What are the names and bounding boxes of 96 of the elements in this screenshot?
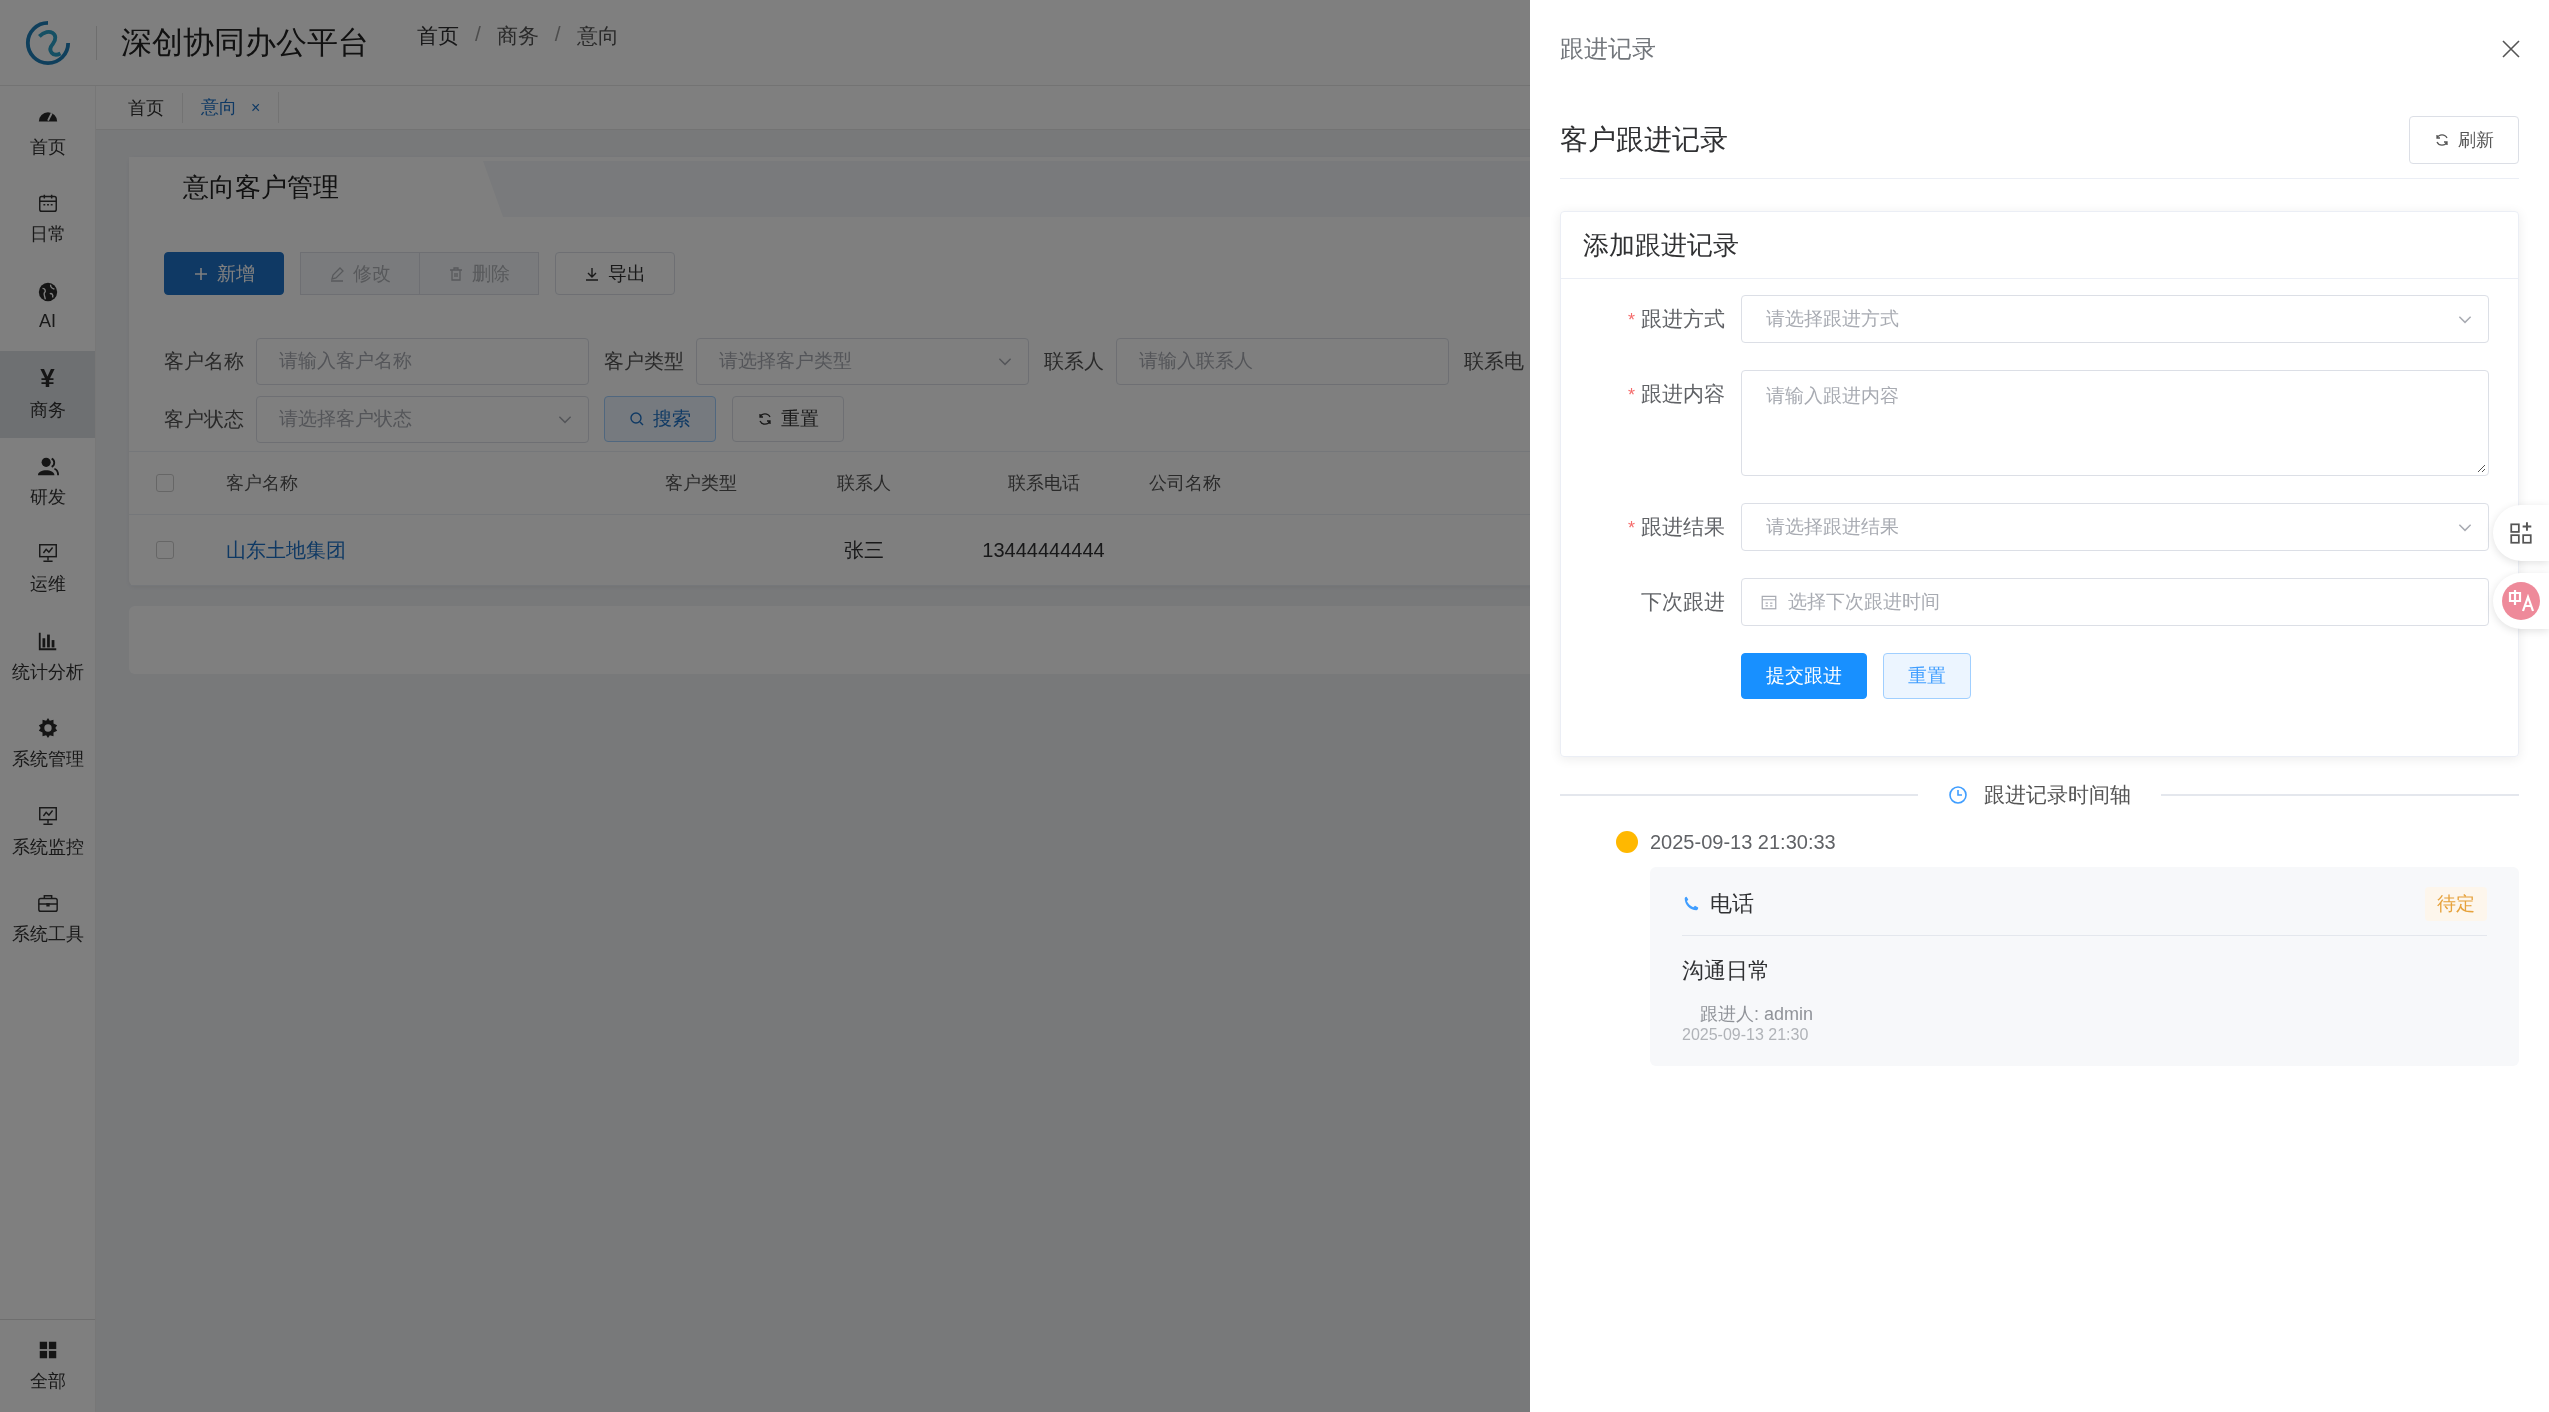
filter-label: 联系电 bbox=[1464, 348, 1524, 374]
record-method: 电话 bbox=[1710, 890, 1755, 918]
date-field[interactable]: 选择下次跟进时间 bbox=[1741, 578, 2489, 626]
page-title: 意向客户管理 bbox=[183, 170, 339, 204]
timeline-time: 2025-09-13 21:30:33 bbox=[1650, 830, 1836, 854]
apps-button[interactable] bbox=[2493, 505, 2549, 561]
sidebar-item[interactable]: 首页 bbox=[0, 88, 95, 176]
sidebar-label: 系统管理 bbox=[11, 748, 84, 772]
sidebar-item[interactable]: 研发 bbox=[0, 438, 95, 526]
sidebar-label: 系统监控 bbox=[11, 835, 84, 859]
record-content: 沟通日常 bbox=[1682, 957, 1771, 985]
filter-label: 客户状态 bbox=[164, 406, 244, 432]
apps-add-icon bbox=[2508, 520, 2534, 546]
column-header: 联系人 bbox=[835, 472, 892, 495]
sidebar-item[interactable]: 系统工具 bbox=[0, 875, 95, 963]
checkbox[interactable] bbox=[156, 474, 174, 492]
sidebar-item[interactable]: 统计分析 bbox=[0, 613, 95, 701]
search-icon bbox=[629, 411, 645, 427]
translate-button[interactable] bbox=[2493, 573, 2549, 629]
toolbar-button[interactable]: 导出 bbox=[555, 252, 675, 295]
calendar-icon bbox=[1760, 593, 1778, 611]
sidebar-label: 研发 bbox=[29, 485, 66, 509]
page-tab[interactable]: 意向 × bbox=[183, 92, 280, 123]
sidebar-item[interactable]: 系统监控 bbox=[0, 788, 95, 876]
yen-icon: ¥ bbox=[40, 366, 55, 391]
record-follower: 跟进人: admin bbox=[1699, 1003, 1815, 1026]
breadcrumb-separator: / bbox=[554, 22, 561, 47]
form-label: 下次跟进 bbox=[1640, 589, 1725, 615]
sidebar-label: AI bbox=[39, 311, 56, 333]
sidebar-item[interactable]: AI bbox=[0, 263, 95, 351]
close-icon[interactable] bbox=[2501, 39, 2521, 59]
select-field[interactable]: 请选择跟进结果 bbox=[1741, 503, 2489, 551]
sidebar-item[interactable]: 系统管理 bbox=[0, 700, 95, 788]
resize-grip-icon bbox=[2476, 463, 2486, 473]
column-header: 联系电话 bbox=[1006, 472, 1081, 495]
download-icon bbox=[584, 265, 600, 282]
reset-button[interactable]: 重置 bbox=[732, 396, 844, 442]
sidebar-label: 运维 bbox=[29, 573, 66, 597]
monitor-icon bbox=[36, 804, 59, 827]
column-header: 公司名称 bbox=[1148, 472, 1222, 495]
sidebar-label: 首页 bbox=[29, 135, 66, 159]
refresh-icon bbox=[2434, 132, 2450, 148]
reset-button[interactable]: 重置 bbox=[1883, 653, 1971, 699]
column-header: 客户类型 bbox=[664, 472, 738, 495]
select-field[interactable]: 请选择跟进方式 bbox=[1741, 295, 2489, 343]
translate-icon bbox=[2501, 581, 2541, 621]
breadcrumb-item[interactable]: 意向 bbox=[576, 22, 619, 50]
sidebar-item[interactable]: 日常 bbox=[0, 175, 95, 263]
toolbox-icon bbox=[36, 892, 59, 915]
phone-icon bbox=[1682, 895, 1700, 913]
sidebar-label: 日常 bbox=[29, 223, 66, 247]
section-heading: 客户跟进记录 bbox=[1560, 123, 1728, 157]
sidebar-label: 商务 bbox=[29, 399, 66, 423]
drawer-title: 跟进记录 bbox=[1560, 34, 1656, 64]
column-header: 客户名称 bbox=[225, 472, 299, 495]
table-cell: 张三 bbox=[843, 538, 884, 561]
submit-button[interactable]: 提交跟进 bbox=[1741, 653, 1867, 699]
form-label: * 跟进内容 bbox=[1627, 381, 1725, 407]
form-title: 添加跟进记录 bbox=[1583, 228, 1739, 262]
timeline-title: 跟进记录时间轴 bbox=[1984, 782, 2131, 808]
customer-link[interactable]: 山东土地集团 bbox=[226, 538, 346, 561]
refresh-icon bbox=[757, 411, 773, 427]
filter-label: 客户名称 bbox=[164, 348, 244, 374]
filter-label: 客户类型 bbox=[604, 348, 684, 374]
monitor-icon bbox=[36, 542, 59, 565]
record-time: 2025-09-13 21:30 bbox=[1682, 1026, 1810, 1044]
search-button[interactable]: 搜索 bbox=[604, 396, 716, 442]
pencil-icon bbox=[329, 265, 345, 282]
overlay-mask[interactable] bbox=[0, 0, 1530, 1412]
status-tag: 待定 bbox=[2425, 887, 2487, 921]
page-tab[interactable]: 首页 bbox=[110, 92, 183, 123]
form-label: * 跟进方式 bbox=[1627, 306, 1725, 332]
form-label: * 跟进结果 bbox=[1627, 514, 1725, 540]
plus-icon bbox=[193, 265, 209, 282]
sidebar-item[interactable]: 全部 bbox=[0, 1319, 95, 1412]
globe-icon bbox=[36, 281, 59, 304]
sidebar-label: 全部 bbox=[29, 1370, 66, 1393]
breadcrumb-item[interactable]: 商务 bbox=[496, 22, 539, 50]
toolbar-button[interactable]: 新增 bbox=[164, 252, 284, 295]
breadcrumb-separator: / bbox=[475, 22, 481, 47]
refresh-button[interactable]: 刷新 bbox=[2409, 116, 2519, 164]
sidebar-label: 系统工具 bbox=[11, 923, 84, 947]
sidebar-item[interactable]: ¥ 商务 bbox=[0, 350, 95, 438]
breadcrumb-item[interactable]: 首页 bbox=[417, 22, 459, 50]
sidebar-label: 统计分析 bbox=[11, 660, 84, 684]
calendar-icon bbox=[36, 192, 59, 215]
sidebar-item[interactable]: 运维 bbox=[0, 525, 95, 613]
text-area[interactable]: 请输入跟进内容 bbox=[1741, 370, 2489, 476]
app-title: 深创协同办公平台 bbox=[121, 23, 369, 62]
table-cell: 13444444444 bbox=[982, 538, 1105, 561]
settings-icon bbox=[36, 717, 59, 740]
trash-icon bbox=[448, 265, 464, 282]
checkbox[interactable] bbox=[156, 541, 174, 559]
clock-icon bbox=[1948, 785, 1968, 805]
logo-icon bbox=[24, 18, 72, 67]
filter-label: 联系人 bbox=[1044, 348, 1104, 374]
